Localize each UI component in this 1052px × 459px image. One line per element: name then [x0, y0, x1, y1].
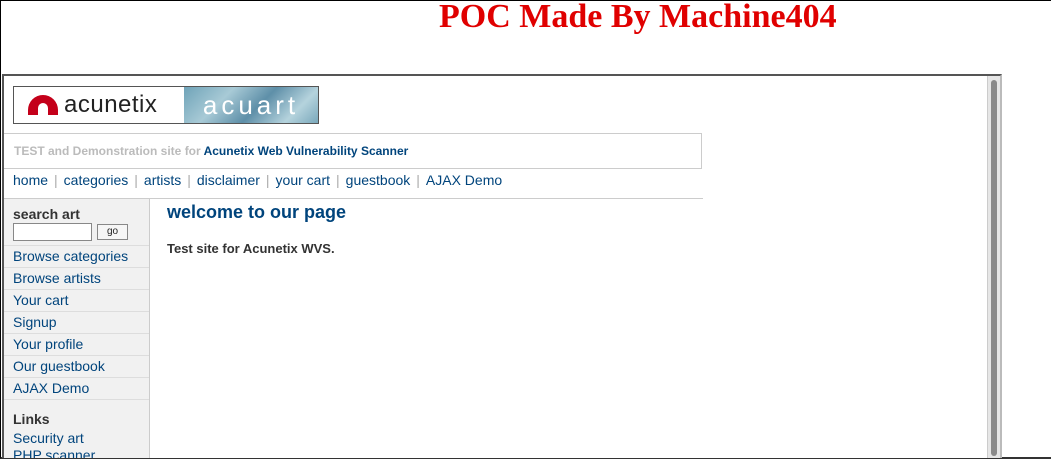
nav-disclaimer[interactable]: disclaimer	[197, 172, 260, 188]
nav-separator: |	[54, 172, 58, 188]
sidebar-link[interactable]: Browse categories	[13, 248, 128, 264]
acuart-logo: acuart	[184, 87, 318, 123]
sidebar-item-your-profile: Your profile	[4, 333, 149, 355]
acunetix-logo: acunetix	[14, 87, 184, 123]
nav-separator: |	[336, 172, 340, 188]
sidebar-link[interactable]: AJAX Demo	[13, 380, 89, 396]
sidebar-link[interactable]: Browse artists	[13, 270, 101, 286]
nav-separator: |	[134, 172, 138, 188]
go-button[interactable]: go	[97, 224, 128, 240]
sidebar-item-browse-categories: Browse categories	[4, 245, 149, 267]
tagline: TEST and Demonstration site for Acunetix…	[4, 133, 702, 169]
nav-separator: |	[416, 172, 420, 188]
sidebar-item-signup: Signup	[4, 311, 149, 333]
logo-product-text: acuart	[202, 89, 300, 120]
page-heading: welcome to our page	[167, 202, 347, 222]
nav-your-cart[interactable]: your cart	[276, 172, 330, 188]
sidebar-item-ajax-demo: AJAX Demo	[4, 377, 149, 400]
sidebar-menu: Browse categories Browse artists Your ca…	[4, 245, 149, 400]
nav-home[interactable]: home	[13, 172, 48, 188]
search-title: search art	[13, 206, 80, 222]
link-item-security-art: Security art	[13, 430, 84, 446]
poc-title: POC Made By Machine404	[439, 0, 837, 35]
logo-brand-text: acunetix	[64, 91, 158, 118]
links-title: Links	[13, 411, 50, 427]
vertical-scrollbar[interactable]	[987, 76, 1000, 458]
link[interactable]: PHP scanner	[13, 447, 95, 458]
link-item-php-scanner: PHP scanner	[13, 447, 95, 458]
acunetix-acuart-logo[interactable]: acunetix acuart	[13, 86, 319, 124]
sidebar-item-your-cart: Your cart	[4, 289, 149, 311]
sidebar-link[interactable]: Your cart	[13, 292, 69, 308]
nav-artists[interactable]: artists	[144, 172, 181, 188]
embedded-frame: acunetix acuart TEST and Demonstration s…	[2, 74, 1002, 458]
sidebar-item-our-guestbook: Our guestbook	[4, 355, 149, 377]
link[interactable]: Security art	[13, 430, 84, 446]
tagline-prefix: TEST and Demonstration site for	[14, 144, 204, 158]
acunetix-mark-icon	[28, 95, 58, 115]
nav-separator: |	[187, 172, 191, 188]
nav-categories[interactable]: categories	[64, 172, 129, 188]
scrollbar-thumb[interactable]	[991, 80, 997, 456]
nav-separator: |	[265, 172, 270, 188]
page-text: Test site for Acunetix WVS.	[167, 241, 335, 256]
search-input[interactable]	[13, 223, 92, 241]
scanner-link[interactable]: Acunetix Web Vulnerability Scanner	[204, 144, 409, 158]
sidebar: search art go Browse categories Browse a…	[4, 199, 150, 458]
sidebar-link[interactable]: Our guestbook	[13, 358, 105, 374]
sidebar-link[interactable]: Your profile	[13, 336, 83, 352]
sidebar-link[interactable]: Signup	[13, 314, 57, 330]
nav-ajax-demo[interactable]: AJAX Demo	[426, 172, 502, 188]
sidebar-item-browse-artists: Browse artists	[4, 267, 149, 289]
nav-guestbook[interactable]: guestbook	[346, 172, 411, 188]
top-navigation: home | categories | artists | disclaimer | your …	[13, 172, 502, 188]
